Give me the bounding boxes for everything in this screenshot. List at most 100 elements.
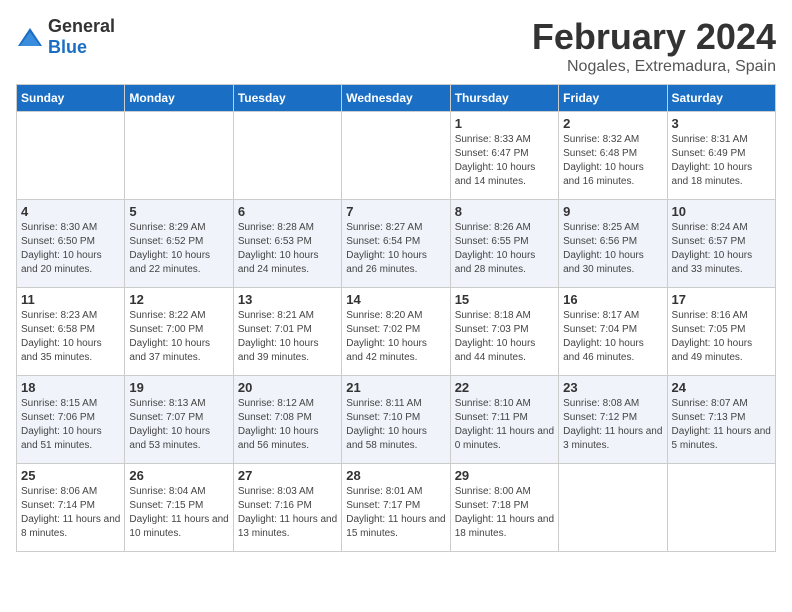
day-number: 3 [672, 116, 771, 131]
calendar-cell: 22 Sunrise: 8:10 AM Sunset: 7:11 PM Dayli… [450, 376, 558, 464]
calendar-cell: 4Sunrise: 8:30 AM Sunset: 6:50 PM Daylig… [17, 200, 125, 288]
cell-text: Sunrise: 8:04 AM Sunset: 7:15 PM Dayligh… [129, 485, 228, 541]
header-day-wednesday: Wednesday [342, 85, 450, 112]
cell-text: Sunrise: 8:33 AM Sunset: 6:47 PM Dayligh… [455, 133, 554, 189]
calendar-cell [342, 112, 450, 200]
cell-text: Sunrise: 8:32 AM Sunset: 6:48 PM Dayligh… [563, 133, 662, 189]
logo: General Blue [16, 16, 115, 58]
subtitle: Nogales, Extremadura, Spain [532, 58, 776, 76]
calendar-cell: 11 Sunrise: 8:23 AM Sunset: 6:58 PM Dayli… [17, 288, 125, 376]
calendar-cell: 27 Sunrise: 8:03 AM Sunset: 7:16 PM Dayli… [233, 464, 341, 552]
day-number: 10 [672, 204, 771, 219]
day-number: 21 [346, 380, 445, 395]
calendar-cell: 16 Sunrise: 8:17 AM Sunset: 7:04 PM Dayli… [559, 288, 667, 376]
calendar-cell: 19Sunrise: 8:13 AM Sunset: 7:07 PM Dayli… [125, 376, 233, 464]
header-day-sunday: Sunday [17, 85, 125, 112]
day-number: 20 [238, 380, 337, 395]
cell-text: Sunrise: 8:21 AM Sunset: 7:01 PM Dayligh… [238, 309, 337, 365]
day-number: 7 [346, 204, 445, 219]
calendar-cell: 1 Sunrise: 8:33 AM Sunset: 6:47 PM Daylig… [450, 112, 558, 200]
calendar-cell: 28 Sunrise: 8:01 AM Sunset: 7:17 PM Dayli… [342, 464, 450, 552]
header: General Blue February 2024 Nogales, Extr… [16, 16, 776, 76]
cell-text: Sunrise: 8:12 AM Sunset: 7:08 PM Dayligh… [238, 397, 337, 453]
header-day-friday: Friday [559, 85, 667, 112]
calendar-cell: 15 Sunrise: 8:18 AM Sunset: 7:03 PM Dayli… [450, 288, 558, 376]
day-number: 17 [672, 292, 771, 307]
cell-text: Sunrise: 8:10 AM Sunset: 7:11 PM Dayligh… [455, 397, 554, 453]
title-area: February 2024 Nogales, Extremadura, Spai… [532, 16, 776, 76]
calendar-cell: 6Sunrise: 8:28 AM Sunset: 6:53 PM Daylig… [233, 200, 341, 288]
day-number: 28 [346, 468, 445, 483]
calendar-cell: 24 Sunrise: 8:07 AM Sunset: 7:13 PM Dayli… [667, 376, 775, 464]
cell-text: Sunrise: 8:26 AM Sunset: 6:55 PM Dayligh… [455, 221, 554, 277]
cell-text: Sunrise: 8:07 AM Sunset: 7:13 PM Dayligh… [672, 397, 771, 453]
day-number: 9 [563, 204, 662, 219]
calendar-cell [125, 112, 233, 200]
cell-text: Sunrise: 8:24 AM Sunset: 6:57 PM Dayligh… [672, 221, 771, 277]
cell-text: Sunrise: 8:30 AM Sunset: 6:50 PM Dayligh… [21, 221, 120, 277]
cell-text: Sunrise: 8:22 AM Sunset: 7:00 PM Dayligh… [129, 309, 228, 365]
day-number: 1 [455, 116, 554, 131]
calendar-cell: 18Sunrise: 8:15 AM Sunset: 7:06 PM Dayli… [17, 376, 125, 464]
day-number: 24 [672, 380, 771, 395]
calendar-cell: 7 Sunrise: 8:27 AM Sunset: 6:54 PM Daylig… [342, 200, 450, 288]
week-row-3: 11 Sunrise: 8:23 AM Sunset: 6:58 PM Dayli… [17, 288, 776, 376]
cell-text: Sunrise: 8:27 AM Sunset: 6:54 PM Dayligh… [346, 221, 445, 277]
calendar-cell: 13 Sunrise: 8:21 AM Sunset: 7:01 PM Dayli… [233, 288, 341, 376]
calendar-cell: 10 Sunrise: 8:24 AM Sunset: 6:57 PM Dayli… [667, 200, 775, 288]
cell-text: Sunrise: 8:28 AM Sunset: 6:53 PM Dayligh… [238, 221, 337, 277]
week-row-2: 4Sunrise: 8:30 AM Sunset: 6:50 PM Daylig… [17, 200, 776, 288]
day-number: 25 [21, 468, 120, 483]
cell-text: Sunrise: 8:01 AM Sunset: 7:17 PM Dayligh… [346, 485, 445, 541]
calendar-cell: 25 Sunrise: 8:06 AM Sunset: 7:14 PM Dayli… [17, 464, 125, 552]
cell-text: Sunrise: 8:00 AM Sunset: 7:18 PM Dayligh… [455, 485, 554, 541]
calendar-cell: 21 Sunrise: 8:11 AM Sunset: 7:10 PM Dayli… [342, 376, 450, 464]
calendar-table: SundayMondayTuesdayWednesdayThursdayFrid… [16, 84, 776, 552]
calendar-cell: 2 Sunrise: 8:32 AM Sunset: 6:48 PM Daylig… [559, 112, 667, 200]
header-day-tuesday: Tuesday [233, 85, 341, 112]
logo-icon [16, 26, 44, 48]
day-number: 15 [455, 292, 554, 307]
cell-text: Sunrise: 8:16 AM Sunset: 7:05 PM Dayligh… [672, 309, 771, 365]
day-number: 19 [129, 380, 228, 395]
cell-text: Sunrise: 8:11 AM Sunset: 7:10 PM Dayligh… [346, 397, 445, 453]
day-number: 22 [455, 380, 554, 395]
week-row-4: 18Sunrise: 8:15 AM Sunset: 7:06 PM Dayli… [17, 376, 776, 464]
cell-text: Sunrise: 8:03 AM Sunset: 7:16 PM Dayligh… [238, 485, 337, 541]
cell-text: Sunrise: 8:06 AM Sunset: 7:14 PM Dayligh… [21, 485, 120, 541]
calendar-cell: 29Sunrise: 8:00 AM Sunset: 7:18 PM Dayli… [450, 464, 558, 552]
cell-text: Sunrise: 8:08 AM Sunset: 7:12 PM Dayligh… [563, 397, 662, 453]
day-number: 11 [21, 292, 120, 307]
header-row: SundayMondayTuesdayWednesdayThursdayFrid… [17, 85, 776, 112]
day-number: 2 [563, 116, 662, 131]
day-number: 26 [129, 468, 228, 483]
calendar-cell: 14Sunrise: 8:20 AM Sunset: 7:02 PM Dayli… [342, 288, 450, 376]
logo-blue: Blue [48, 37, 87, 57]
header-day-thursday: Thursday [450, 85, 558, 112]
header-day-monday: Monday [125, 85, 233, 112]
week-row-5: 25 Sunrise: 8:06 AM Sunset: 7:14 PM Dayli… [17, 464, 776, 552]
calendar-cell: 5Sunrise: 8:29 AM Sunset: 6:52 PM Daylig… [125, 200, 233, 288]
cell-text: Sunrise: 8:25 AM Sunset: 6:56 PM Dayligh… [563, 221, 662, 277]
calendar-cell [17, 112, 125, 200]
logo-general: General [48, 16, 115, 36]
day-number: 12 [129, 292, 228, 307]
week-row-1: 1 Sunrise: 8:33 AM Sunset: 6:47 PM Daylig… [17, 112, 776, 200]
day-number: 8 [455, 204, 554, 219]
day-number: 13 [238, 292, 337, 307]
day-number: 27 [238, 468, 337, 483]
cell-text: Sunrise: 8:17 AM Sunset: 7:04 PM Dayligh… [563, 309, 662, 365]
day-number: 16 [563, 292, 662, 307]
calendar-cell: 3Sunrise: 8:31 AM Sunset: 6:49 PM Daylig… [667, 112, 775, 200]
day-number: 23 [563, 380, 662, 395]
calendar-cell: 26 Sunrise: 8:04 AM Sunset: 7:15 PM Dayli… [125, 464, 233, 552]
cell-text: Sunrise: 8:15 AM Sunset: 7:06 PM Dayligh… [21, 397, 120, 453]
calendar-cell: 20 Sunrise: 8:12 AM Sunset: 7:08 PM Dayli… [233, 376, 341, 464]
header-day-saturday: Saturday [667, 85, 775, 112]
main-title: February 2024 [532, 16, 776, 58]
cell-text: Sunrise: 8:23 AM Sunset: 6:58 PM Dayligh… [21, 309, 120, 365]
calendar-cell [667, 464, 775, 552]
cell-text: Sunrise: 8:18 AM Sunset: 7:03 PM Dayligh… [455, 309, 554, 365]
calendar-cell: 12 Sunrise: 8:22 AM Sunset: 7:00 PM Dayli… [125, 288, 233, 376]
day-number: 14 [346, 292, 445, 307]
